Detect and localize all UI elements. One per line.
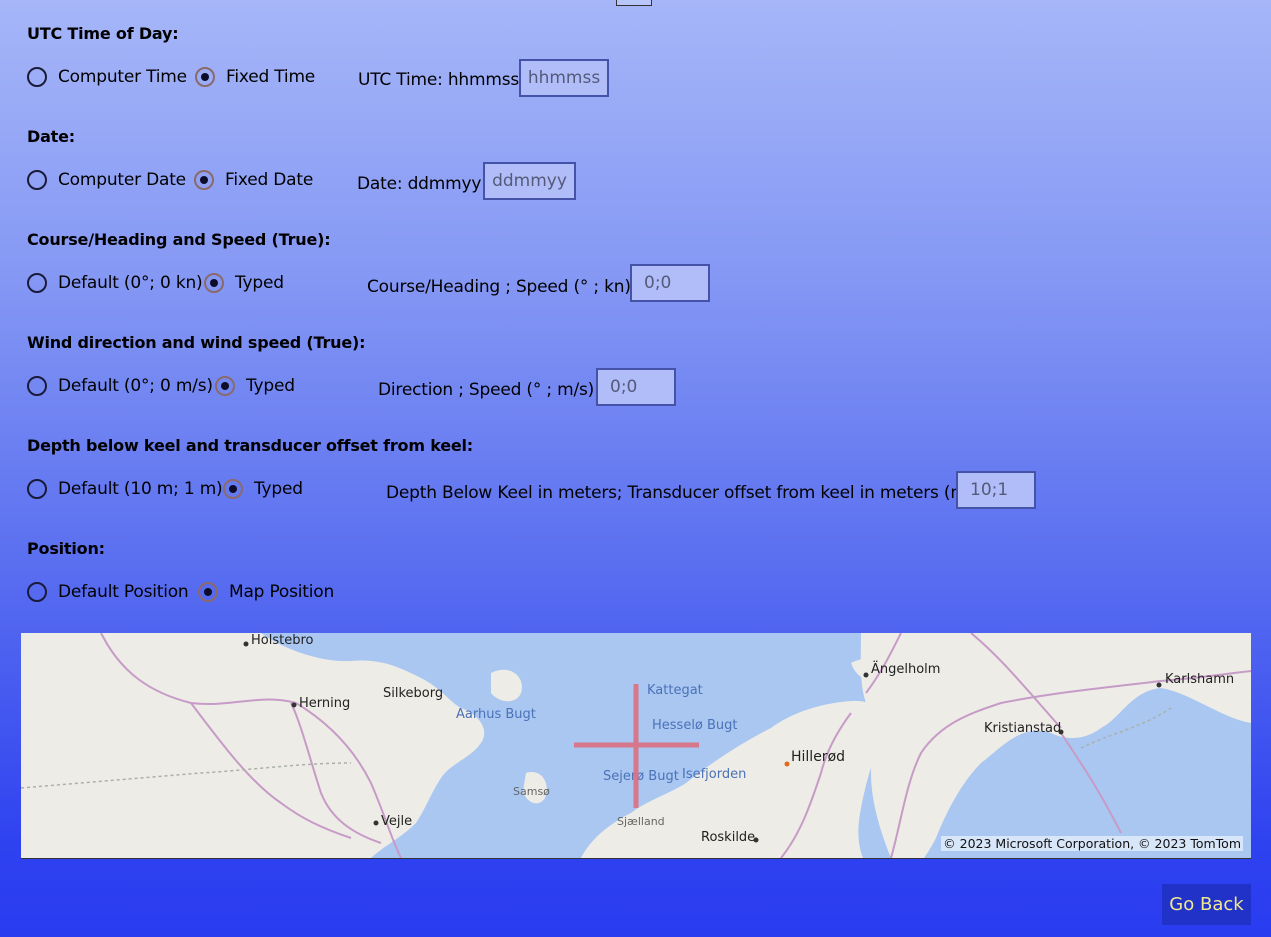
radio-computer-time[interactable]: Computer Time (27, 67, 187, 87)
radio-circle[interactable] (27, 67, 47, 87)
date-label: Date: ddmmyy (357, 174, 482, 194)
map-view[interactable]: Holstebro Herning Silkeborg Vejle Ängelh… (21, 633, 1251, 859)
map-label-isefjorden: Isefjorden (682, 767, 746, 782)
map-label-kattegat: Kattegat (647, 683, 703, 698)
radio-circle[interactable] (195, 67, 215, 87)
map-label-sjaelland: Sjælland (617, 815, 665, 828)
depth-heading: Depth below keel and transducer offset f… (27, 436, 473, 455)
map-label-samso: Samsø (513, 785, 550, 798)
radio-label: Fixed Date (225, 170, 314, 190)
top-scroll-button[interactable] (616, 0, 652, 6)
wind-input[interactable]: 0;0 (596, 368, 676, 406)
course-heading: Course/Heading and Speed (True): (27, 230, 331, 249)
radio-wind-typed[interactable]: Typed (215, 376, 295, 396)
radio-fixed-date[interactable]: Fixed Date (194, 170, 313, 190)
radio-circle[interactable] (194, 170, 214, 190)
radio-circle[interactable] (204, 273, 224, 293)
radio-depth-default[interactable]: Default (10 m; 1 m) (27, 479, 223, 499)
course-speed-input[interactable]: 0;0 (630, 264, 710, 302)
map-label-silkeborg: Silkeborg (383, 686, 443, 701)
radio-circle[interactable] (215, 376, 235, 396)
radio-label: Computer Time (58, 67, 187, 87)
date-input[interactable]: ddmmyy (483, 162, 576, 200)
radio-label: Typed (254, 479, 303, 499)
map-copyright: © 2023 Microsoft Corporation, © 2023 Tom… (941, 836, 1243, 851)
date-heading: Date: (27, 127, 75, 146)
utc-heading: UTC Time of Day: (27, 24, 179, 43)
map-label-hillerod: Hillerød (791, 749, 845, 765)
radio-label: Typed (246, 376, 295, 396)
radio-circle[interactable] (27, 376, 47, 396)
radio-circle[interactable] (27, 582, 47, 602)
map-label-angelholm: Ängelholm (871, 661, 940, 677)
radio-course-default[interactable]: Default (0°; 0 kn) (27, 273, 203, 293)
map-label-herning: Herning (299, 696, 350, 711)
map-label-karlshamn: Karlshamn (1165, 672, 1234, 687)
depth-input[interactable]: 10;1 (956, 471, 1036, 509)
utc-time-input[interactable]: hhmmss (519, 59, 609, 97)
radio-label: Default Position (58, 582, 189, 602)
radio-label: Fixed Time (226, 67, 316, 87)
radio-circle[interactable] (27, 273, 47, 293)
radio-depth-typed[interactable]: Typed (223, 479, 303, 499)
map-canvas[interactable]: Holstebro Herning Silkeborg Vejle Ängelh… (21, 633, 1251, 858)
wind-heading: Wind direction and wind speed (True): (27, 333, 366, 352)
map-label-sejero-bugt: Sejerø Bugt (603, 769, 679, 784)
map-label-hesselo-bugt: Hesselø Bugt (652, 718, 738, 733)
map-label-roskilde: Roskilde (701, 830, 755, 845)
radio-label: Default (0°; 0 m/s) (58, 376, 213, 396)
map-label-holstebro: Holstebro (251, 633, 314, 648)
radio-computer-date[interactable]: Computer Date (27, 170, 186, 190)
radio-map-position[interactable]: Map Position (198, 582, 334, 602)
radio-label: Default (0°; 0 kn) (58, 273, 203, 293)
radio-circle[interactable] (198, 582, 218, 602)
utc-time-label: UTC Time: hhmmss (358, 70, 520, 90)
course-speed-label: Course/Heading ; Speed (° ; kn): (367, 277, 637, 297)
radio-circle[interactable] (223, 479, 243, 499)
radio-circle[interactable] (27, 170, 47, 190)
map-label-kristianstad: Kristianstad (984, 721, 1061, 736)
radio-label: Typed (235, 273, 284, 293)
radio-circle[interactable] (27, 479, 47, 499)
radio-label: Computer Date (58, 170, 186, 190)
wind-label: Direction ; Speed (° ; m/s): (378, 380, 600, 400)
position-heading: Position: (27, 539, 105, 558)
map-label-aarhus-bugt: Aarhus Bugt (456, 707, 536, 722)
map-label-vejle: Vejle (381, 814, 412, 829)
go-back-button[interactable]: Go Back (1162, 884, 1251, 925)
radio-label: Default (10 m; 1 m) (58, 479, 223, 499)
depth-label: Depth Below Keel in meters; Transducer o… (386, 483, 996, 503)
radio-course-typed[interactable]: Typed (204, 273, 284, 293)
radio-fixed-time[interactable]: Fixed Time (195, 67, 315, 87)
radio-default-position[interactable]: Default Position (27, 582, 189, 602)
radio-wind-default[interactable]: Default (0°; 0 m/s) (27, 376, 213, 396)
radio-label: Map Position (229, 582, 335, 602)
